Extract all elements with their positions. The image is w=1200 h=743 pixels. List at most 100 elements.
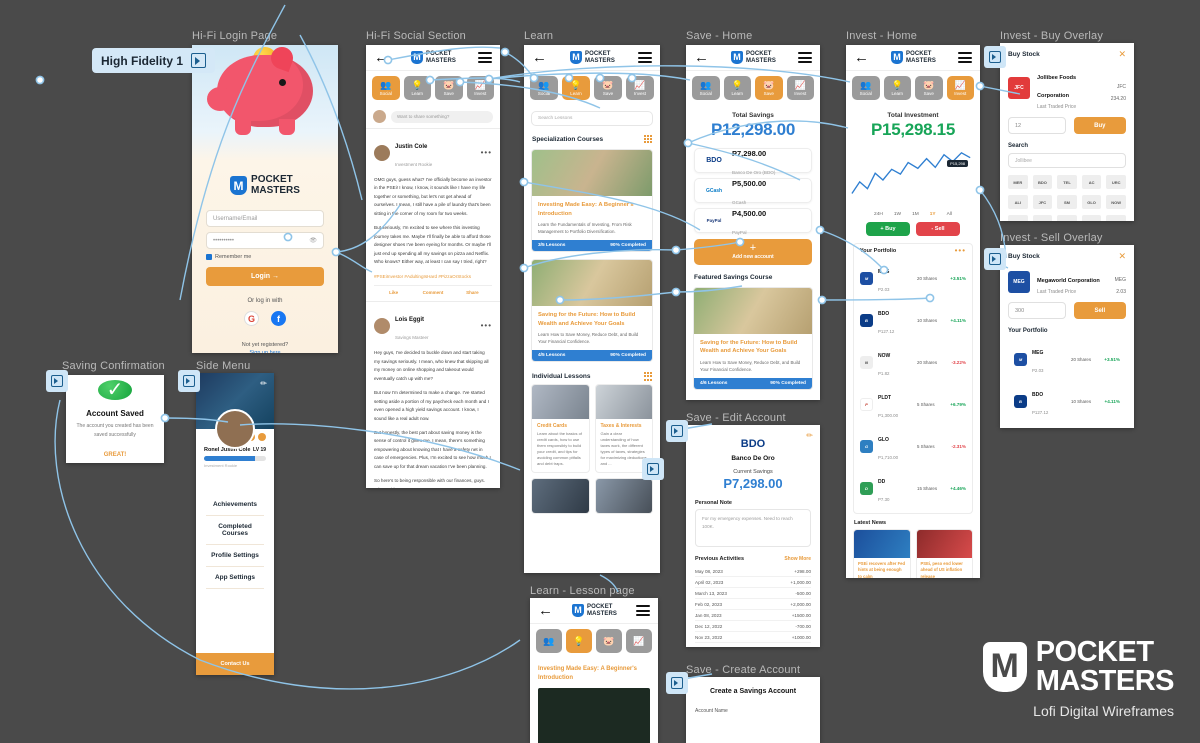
buy-button[interactable]: + Buy [866, 222, 910, 236]
brand-tile[interactable]: TEL [1057, 175, 1077, 189]
stock-brand-grid[interactable]: MER BDO TEL AC URC ALI JFC SM GLO NOW PL… [1008, 175, 1126, 221]
flow-marker-edit-account[interactable] [666, 420, 688, 442]
comment-button[interactable]: Comment [413, 290, 452, 295]
more-options-icon[interactable]: ••• [481, 149, 492, 157]
like-button[interactable]: Like [374, 290, 413, 295]
post-actions[interactable]: Like Comment Share [374, 285, 492, 295]
login-form[interactable]: M POCKET MASTERS Username/Email ••••••••… [192, 161, 338, 353]
grid-view-icon[interactable] [643, 372, 652, 381]
google-icon[interactable]: G [244, 311, 259, 326]
quantity-input[interactable]: 300 [1008, 302, 1066, 319]
edit-pencil-icon[interactable]: ✏ [260, 379, 267, 388]
frame-learn[interactable]: ← M POCKET MASTERS 👥 Social 💡 Learn 🐷 Save 📈… [524, 45, 660, 573]
tab-invest[interactable]: 📈 Invest [946, 76, 974, 100]
side-menu-list[interactable]: Achievements Completed Courses Profile S… [196, 494, 274, 589]
featured-course-card[interactable]: Saving for the Future: How to Build Weal… [693, 287, 813, 390]
hamburger-menu-icon[interactable] [637, 50, 652, 66]
remember-me-checkbox[interactable]: Remember me [206, 254, 324, 260]
tab-invest[interactable]: 📈 Invest [466, 76, 494, 100]
investment-line-chart[interactable]: P15,298 [850, 148, 976, 210]
range-1y[interactable]: 1Y [930, 212, 936, 217]
quantity-row[interactable]: 12 Buy [1008, 117, 1126, 134]
tab-invest[interactable]: 📈 [626, 629, 652, 653]
brand-tile[interactable]: SM [1057, 195, 1077, 209]
sidebar-item-achievements[interactable]: Achievements [206, 494, 264, 516]
brand-tile[interactable]: URC [1106, 175, 1126, 189]
hamburger-menu-icon[interactable] [797, 50, 812, 66]
post-card[interactable]: Justin Cole Investment Rookie ••• OMG gu… [366, 128, 500, 302]
tab-learn[interactable]: 💡 [566, 629, 592, 653]
portfolio-panel[interactable]: Your Portfolio ••• M MEG P2.03 20 Shares +3.… [853, 243, 973, 514]
brand-tile[interactable]: GLO [1081, 195, 1102, 209]
back-arrow-icon[interactable]: ← [854, 50, 869, 65]
buy-button[interactable]: Buy [1073, 117, 1126, 134]
flow-marker-create-account[interactable] [666, 672, 688, 694]
frame-edit-account[interactable]: ✏ BDO Banco De Oro Current Savings P7,29… [686, 425, 820, 647]
portfolio-row[interactable]: M MEG P2.03 20 Shares +3.51% [854, 257, 972, 299]
brand-tile[interactable]: DD [1057, 215, 1077, 221]
sidebar-item-app-settings[interactable]: App Settings [206, 567, 264, 589]
edit-pencil-icon[interactable]: ✏ [806, 431, 813, 440]
flow-marker-side-menu[interactable] [178, 370, 200, 392]
tab-social[interactable]: 👥 Social [372, 76, 400, 100]
range-1m[interactable]: 1M [912, 212, 919, 217]
flow-marker-buy-overlay[interactable] [984, 46, 1006, 68]
buy-overlay[interactable]: Buy Stock ✕ JFC Jollibee Foods Corporati… [1000, 43, 1134, 221]
buy-sell-row[interactable]: + Buy - Sell [846, 222, 980, 236]
compose-row[interactable]: Want to share something? [366, 105, 500, 128]
tab-save[interactable]: 🐷 Save [915, 76, 943, 100]
brand-tile[interactable]: NOW [1106, 195, 1126, 209]
lesson-video-board[interactable] [538, 688, 650, 743]
avatar[interactable] [215, 409, 255, 449]
frame-side-menu[interactable]: ✏ Ronel Justin Cole LV 19 Investment Roo… [196, 373, 274, 675]
back-arrow-icon[interactable]: ← [374, 50, 389, 65]
sidebar-item-completed-courses[interactable]: Completed Courses [206, 516, 264, 545]
range-1w[interactable]: 1W [894, 212, 901, 217]
nav-tabs[interactable]: 👥 Social 💡 Learn 🐷 Save 📈 Invest [524, 71, 660, 105]
range-all[interactable]: All [947, 212, 952, 217]
portfolio-row[interactable]: B BDO P127.12 10 Shares +4.11% [1008, 380, 1126, 422]
hamburger-menu-icon[interactable] [477, 50, 492, 66]
back-arrow-icon[interactable]: ← [538, 603, 553, 618]
flow-marker-sell-overlay[interactable] [984, 248, 1006, 270]
high-fidelity-badge[interactable]: High Fidelity 1 [92, 48, 216, 73]
portfolio-row[interactable]: G GLO P1,710.00 5 Shares -2.31% [854, 425, 972, 467]
compose-input[interactable]: Want to share something? [391, 110, 493, 123]
chart-range-tabs[interactable]: 24H 1W 1M 1Y All [846, 212, 980, 217]
lesson-card[interactable]: Credit Cards Learn about the basics of c… [531, 383, 590, 473]
brand-tile[interactable]: MEG [1032, 215, 1053, 221]
back-arrow-icon[interactable]: ← [532, 50, 547, 65]
hamburger-menu-icon[interactable] [635, 603, 650, 619]
news-card[interactable]: PSEi recovers after Fed hints at being e… [853, 529, 911, 578]
tab-learn[interactable]: 💡 Learn [723, 76, 751, 100]
course-card[interactable]: Investing Made Easy: A Beginner's Introd… [531, 149, 653, 253]
sell-overlay[interactable]: Buy Stock ✕ MEG Megaworld Corporation La… [1000, 245, 1134, 428]
sell-button[interactable]: - Sell [916, 222, 960, 236]
personal-note-field[interactable]: For my emergency expenses. Need to reach… [695, 509, 811, 547]
portfolio-row[interactable]: D DD P7.30 15 Shares +4.46% [854, 467, 972, 509]
add-new-account-button[interactable]: + Add new account [694, 239, 812, 265]
brand-tile[interactable]: AP [1081, 215, 1102, 221]
brand-tile[interactable]: AC [1081, 175, 1102, 189]
course-card[interactable]: Saving for the Future: How to Build Weal… [531, 259, 653, 363]
news-card[interactable]: PSEi, peso end lower ahead of US inflati… [915, 529, 973, 578]
stock-search-input[interactable]: Jollibee [1008, 153, 1126, 168]
frame-invest-home[interactable]: ← M POCKET MASTERS 👥 Social 💡 Learn 🐷 Save 📈… [846, 45, 980, 578]
lesson-card[interactable] [594, 477, 653, 514]
nav-tabs[interactable]: 👥 Social 💡 Learn 🐷 Save 📈 Invest [366, 71, 500, 105]
portfolio-row[interactable]: M MEG P2.03 20 Shares +3.51% [1008, 338, 1126, 380]
tab-social[interactable]: 👥 [536, 629, 562, 653]
nav-tabs[interactable]: 👥 💡 🐷 📈 [530, 624, 658, 658]
sidebar-item-profile-settings[interactable]: Profile Settings [206, 545, 264, 567]
hamburger-menu-icon[interactable] [957, 50, 972, 66]
username-input[interactable]: Username/Email [206, 210, 324, 227]
contact-us-button[interactable]: Contact Us [196, 653, 274, 675]
nav-tabs[interactable]: 👥 Social 💡 Learn 🐷 Save 📈 Invest [846, 71, 980, 105]
quantity-input[interactable]: 12 [1008, 117, 1066, 134]
lesson-card[interactable] [531, 477, 590, 514]
sell-button[interactable]: Sell [1073, 302, 1126, 319]
more-options-icon[interactable]: ••• [481, 322, 492, 330]
portfolio-row[interactable]: B BDO P127.12 10 Shares +4.11% [854, 299, 972, 341]
search-lessons-input[interactable]: Search Lessons [531, 111, 653, 126]
show-more-link[interactable]: Show More [784, 556, 811, 562]
